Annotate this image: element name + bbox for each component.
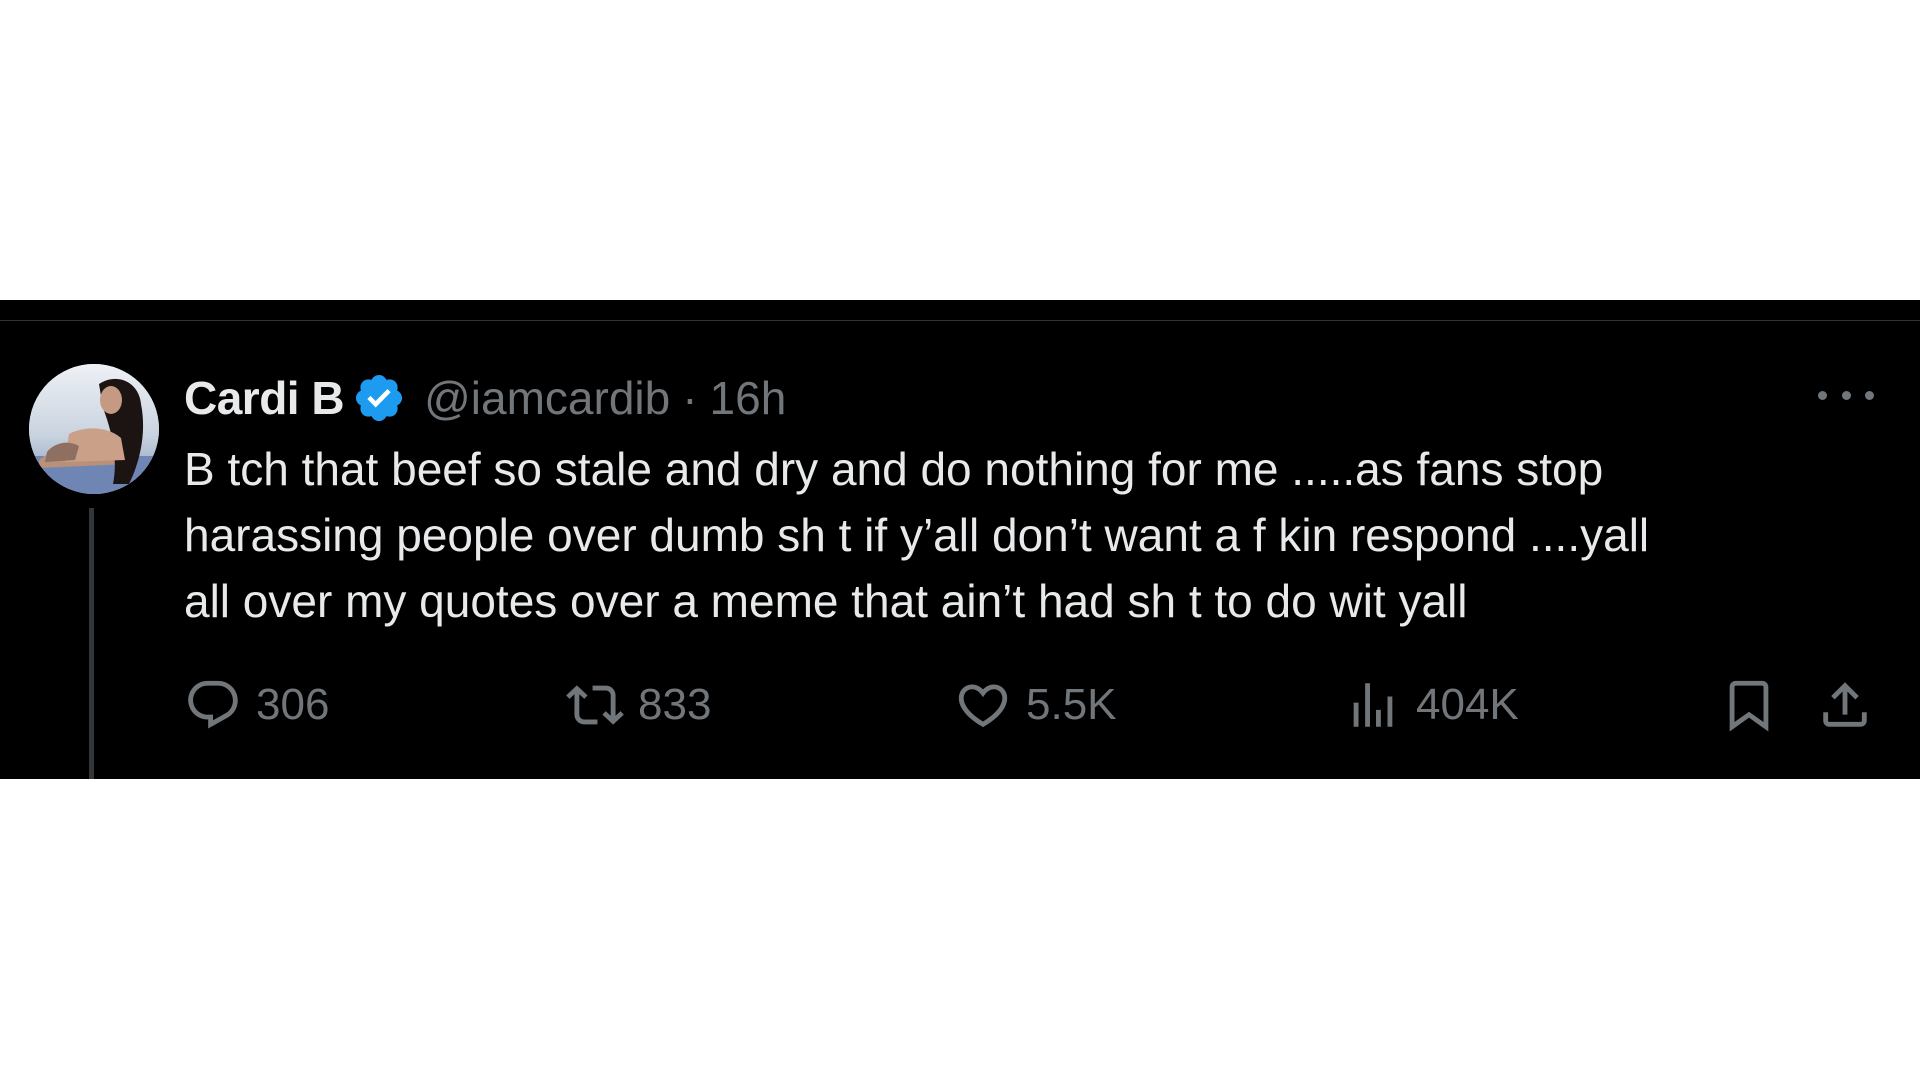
more-dot xyxy=(1865,390,1874,400)
bookmark-icon xyxy=(1729,680,1769,732)
timestamp[interactable]: 16h xyxy=(710,371,787,425)
action-bar: 306 833 5.5K 404K xyxy=(184,670,1884,740)
views-bar-chart-icon xyxy=(1353,683,1393,727)
reply-button[interactable]: 306 xyxy=(184,670,329,740)
reply-count: 306 xyxy=(256,680,330,729)
bookmark-button[interactable] xyxy=(1720,670,1778,740)
tweet-text-line: B tch that beef so stale and dry and do … xyxy=(184,443,1604,495)
more-dot xyxy=(1818,390,1827,400)
display-name[interactable]: Cardi B xyxy=(184,371,345,425)
tweet-header: Cardi B @iamcardib · 16h xyxy=(184,366,786,430)
heart-icon xyxy=(958,684,1008,728)
thread-line xyxy=(89,508,94,779)
share-button[interactable] xyxy=(1816,670,1874,740)
avatar[interactable] xyxy=(29,364,159,494)
retweet-button[interactable]: 833 xyxy=(566,670,711,740)
views-count: 404K xyxy=(1416,680,1519,729)
divider xyxy=(0,320,1920,321)
share-icon xyxy=(1823,682,1867,727)
tweet-text: B tch that beef so stale and dry and do … xyxy=(184,436,1864,634)
reply-icon xyxy=(188,680,238,729)
separator-dot: · xyxy=(682,372,698,424)
tweet-card[interactable]: Cardi B @iamcardib · 16h B tch that beef… xyxy=(0,300,1920,779)
retweet-icon xyxy=(566,685,624,725)
retweet-count: 833 xyxy=(638,680,712,729)
tweet-text-line: all over my quotes over a meme that ain’… xyxy=(184,575,1468,627)
tweet-text-line: harassing people over dumb sh t if y’all… xyxy=(184,509,1650,561)
verified-badge-icon xyxy=(352,371,406,425)
more-dot xyxy=(1841,390,1851,400)
user-handle[interactable]: @iamcardib xyxy=(424,371,670,425)
page: Cardi B @iamcardib · 16h B tch that beef… xyxy=(0,0,1920,1080)
more-options-icon[interactable] xyxy=(1818,378,1874,412)
views-button[interactable]: 404K xyxy=(1344,670,1519,740)
like-count: 5.5K xyxy=(1026,680,1117,729)
avatar-image xyxy=(29,364,159,494)
like-button[interactable]: 5.5K xyxy=(954,670,1117,740)
